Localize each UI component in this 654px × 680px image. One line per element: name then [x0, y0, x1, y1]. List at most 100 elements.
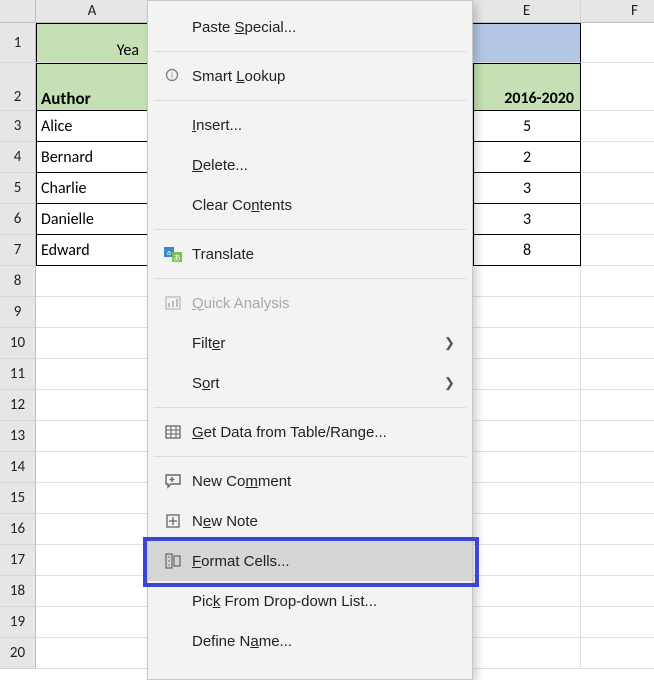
cell[interactable]: [581, 266, 654, 297]
cell[interactable]: [473, 266, 581, 297]
menu-insert[interactable]: Insert...: [148, 105, 472, 145]
menu-label: Delete...: [188, 157, 472, 174]
cell[interactable]: [581, 483, 654, 514]
row-header-17[interactable]: 17: [0, 545, 36, 576]
cell[interactable]: [581, 452, 654, 483]
cell-e5[interactable]: 3: [473, 173, 581, 204]
menu-smart-lookup[interactable]: i Smart Lookup: [148, 56, 472, 96]
cell[interactable]: [581, 514, 654, 545]
row-header-6[interactable]: 6: [0, 204, 36, 235]
row-header-3[interactable]: 3: [0, 111, 36, 142]
menu-paste-special[interactable]: Paste Special...: [148, 7, 472, 47]
cell[interactable]: [473, 483, 581, 514]
cell-f4[interactable]: [581, 142, 654, 173]
row-header-16[interactable]: 16: [0, 514, 36, 545]
cell[interactable]: [581, 576, 654, 607]
cell-a3[interactable]: Alice: [36, 111, 149, 142]
row-header-13[interactable]: 13: [0, 421, 36, 452]
cell[interactable]: [36, 359, 149, 390]
row-header-7[interactable]: 7: [0, 235, 36, 266]
cell[interactable]: [473, 514, 581, 545]
cell-e7[interactable]: 8: [473, 235, 581, 266]
cell[interactable]: [473, 390, 581, 421]
menu-clear-contents[interactable]: Clear Contents: [148, 185, 472, 225]
cell[interactable]: [473, 607, 581, 638]
cell[interactable]: [36, 545, 149, 576]
cell-a6[interactable]: Danielle: [36, 204, 149, 235]
cell[interactable]: [581, 545, 654, 576]
row-header-11[interactable]: 11: [0, 359, 36, 390]
cell-a2-author-header[interactable]: Author: [36, 63, 149, 111]
select-all-corner[interactable]: [0, 0, 36, 23]
cell-f5[interactable]: [581, 173, 654, 204]
row-header-10[interactable]: 10: [0, 328, 36, 359]
cell-f1[interactable]: [581, 23, 654, 63]
menu-new-comment[interactable]: New Comment: [148, 461, 472, 501]
cell-f2[interactable]: [581, 63, 654, 111]
cell-f3[interactable]: [581, 111, 654, 142]
cell[interactable]: [36, 638, 149, 669]
cell-a5[interactable]: Charlie: [36, 173, 149, 204]
cell[interactable]: [36, 421, 149, 452]
menu-pick-list[interactable]: Pick From Drop-down List...: [148, 581, 472, 621]
cell[interactable]: [36, 514, 149, 545]
menu-separator: [154, 51, 466, 52]
cell[interactable]: [36, 328, 149, 359]
cell[interactable]: [473, 545, 581, 576]
col-header-f[interactable]: F: [581, 0, 654, 23]
row-header-1[interactable]: 1: [0, 23, 36, 63]
row-header-8[interactable]: 8: [0, 266, 36, 297]
col-header-a[interactable]: A: [36, 0, 149, 23]
cell-e6[interactable]: 3: [473, 204, 581, 235]
menu-delete[interactable]: Delete...: [148, 145, 472, 185]
cell[interactable]: [473, 328, 581, 359]
cell[interactable]: [581, 638, 654, 669]
cell[interactable]: [36, 452, 149, 483]
cell-f6[interactable]: [581, 204, 654, 235]
cell[interactable]: [581, 297, 654, 328]
cell[interactable]: [581, 607, 654, 638]
menu-get-data[interactable]: Get Data from Table/Range...: [148, 412, 472, 452]
cell-f7[interactable]: [581, 235, 654, 266]
row-header-9[interactable]: 9: [0, 297, 36, 328]
row-header-14[interactable]: 14: [0, 452, 36, 483]
row-header-4[interactable]: 4: [0, 142, 36, 173]
row-header-20[interactable]: 20: [0, 638, 36, 669]
cell[interactable]: [473, 638, 581, 669]
cell-e2-year-header[interactable]: 2016-2020: [473, 63, 581, 111]
cell[interactable]: [581, 359, 654, 390]
cell[interactable]: [473, 421, 581, 452]
cell[interactable]: [36, 390, 149, 421]
cell[interactable]: [473, 452, 581, 483]
cell-e3[interactable]: 5: [473, 111, 581, 142]
menu-new-note[interactable]: New Note: [148, 501, 472, 541]
menu-translate[interactable]: aあ Translate: [148, 234, 472, 274]
col-header-e[interactable]: E: [473, 0, 581, 23]
cell[interactable]: [36, 576, 149, 607]
cell-a7[interactable]: Edward: [36, 235, 149, 266]
cell-merged-header[interactable]: [473, 23, 581, 63]
cell[interactable]: [36, 483, 149, 514]
cell[interactable]: [473, 359, 581, 390]
cell-e4[interactable]: 2: [473, 142, 581, 173]
menu-filter[interactable]: Filter ❯: [148, 323, 472, 363]
menu-define-name[interactable]: Define Name...: [148, 621, 472, 661]
cell[interactable]: [473, 576, 581, 607]
menu-sort[interactable]: Sort ❯: [148, 363, 472, 403]
cell-a1-year-header[interactable]: Yea: [36, 23, 148, 63]
cell[interactable]: [581, 421, 654, 452]
cell-a8[interactable]: [36, 266, 149, 297]
cell[interactable]: [581, 328, 654, 359]
row-header-2[interactable]: 2: [0, 63, 36, 111]
cell[interactable]: [36, 297, 149, 328]
menu-format-cells[interactable]: Format Cells...: [148, 541, 472, 581]
row-header-19[interactable]: 19: [0, 607, 36, 638]
row-header-5[interactable]: 5: [0, 173, 36, 204]
cell-a4[interactable]: Bernard: [36, 142, 149, 173]
cell[interactable]: [36, 607, 149, 638]
cell[interactable]: [581, 390, 654, 421]
row-header-12[interactable]: 12: [0, 390, 36, 421]
row-header-15[interactable]: 15: [0, 483, 36, 514]
row-header-18[interactable]: 18: [0, 576, 36, 607]
cell[interactable]: [473, 297, 581, 328]
